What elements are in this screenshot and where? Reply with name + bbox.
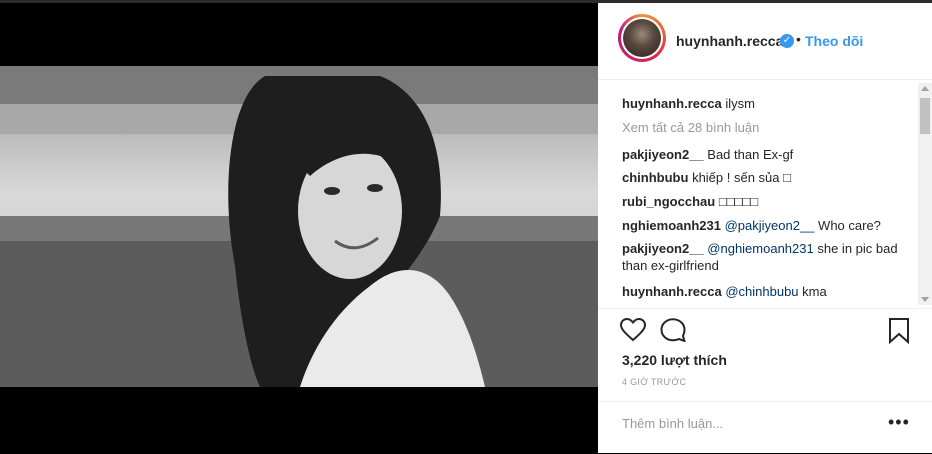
add-comment-input[interactable]: Thêm bình luận... <box>622 416 723 431</box>
post-media-area <box>0 3 598 453</box>
scroll-up-arrow-icon[interactable] <box>921 86 929 91</box>
action-bar <box>598 308 932 349</box>
more-options-button[interactable]: ••• <box>888 412 910 433</box>
comment-item: pakjiyeon2__ Bad than Ex-gf <box>622 146 917 163</box>
comment-item: rubi_ngocchau □□□□□ <box>622 193 917 210</box>
comment-item: pakjiyeon2__ @nghiemoanh231 she in pic b… <box>622 240 917 274</box>
header-username-link[interactable]: huynhanh.recca <box>676 33 783 49</box>
post-timestamp[interactable]: 4 GIỜ TRƯỚC <box>622 377 686 387</box>
comment-item: huynhanh.recca @chinhbubu kma <box>622 283 917 300</box>
comment-text: kma <box>802 284 827 299</box>
scrollbar-thumb[interactable] <box>920 98 930 134</box>
comment-item: chinhbubu khiếp ! sến sủa □ <box>622 169 917 186</box>
comment-username-link[interactable]: huynhanh.recca <box>622 284 722 299</box>
heart-icon[interactable] <box>619 317 647 347</box>
bookmark-icon[interactable] <box>888 318 910 349</box>
comment-text: khiếp ! sến sủa □ <box>692 170 791 185</box>
comment-username-link[interactable]: chinhbubu <box>622 170 688 185</box>
comment-mention-link[interactable]: @chinhbubu <box>725 284 798 299</box>
photo-illustration <box>0 66 598 387</box>
caption-text: ilysm <box>725 96 755 111</box>
verified-badge-icon: ✓ <box>780 34 794 48</box>
comment-mention-link[interactable]: @pakjiyeon2__ <box>725 218 815 233</box>
separator-dot: • <box>796 31 801 47</box>
comment-username-link[interactable]: nghiemoanh231 <box>622 218 721 233</box>
scroll-down-arrow-icon[interactable] <box>921 297 929 302</box>
avatar[interactable] <box>618 14 666 62</box>
follow-button[interactable]: Theo dõi <box>805 33 863 49</box>
comments-list: huynhanh.recca ilysm Xem tất cả 28 bình … <box>598 80 918 307</box>
comment-item: nghiemoanh231 @pakjiyeon2__ Who care? <box>622 217 917 234</box>
comment-mention-link[interactable]: @nghiemoanh231 <box>707 241 813 256</box>
add-comment-bar: Thêm bình luận... ••• <box>598 401 932 454</box>
comment-username-link[interactable]: rubi_ngocchau <box>622 194 715 209</box>
comment-text: □□□□□ <box>718 194 759 209</box>
comment-text: Who care? <box>818 218 881 233</box>
caption-username-link[interactable]: huynhanh.recca <box>622 96 722 111</box>
post-sidebar: huynhanh.recca ✓ • Theo dõi huynhanh.rec… <box>598 3 932 453</box>
comment-text: Bad than Ex-gf <box>707 147 794 162</box>
comment-bubble-icon[interactable] <box>660 318 687 347</box>
post-header: huynhanh.recca ✓ • Theo dõi <box>598 3 932 80</box>
likes-count[interactable]: 3,220 lượt thích <box>622 352 727 368</box>
comment-username-link[interactable]: pakjiyeon2__ <box>622 241 704 256</box>
comment-username-link[interactable]: pakjiyeon2__ <box>622 147 704 162</box>
comments-scrollbar[interactable] <box>918 83 932 305</box>
view-all-comments-link[interactable]: Xem tất cả 28 bình luận <box>622 120 759 135</box>
caption: huynhanh.recca ilysm <box>622 95 917 112</box>
post-photo[interactable] <box>0 66 598 387</box>
